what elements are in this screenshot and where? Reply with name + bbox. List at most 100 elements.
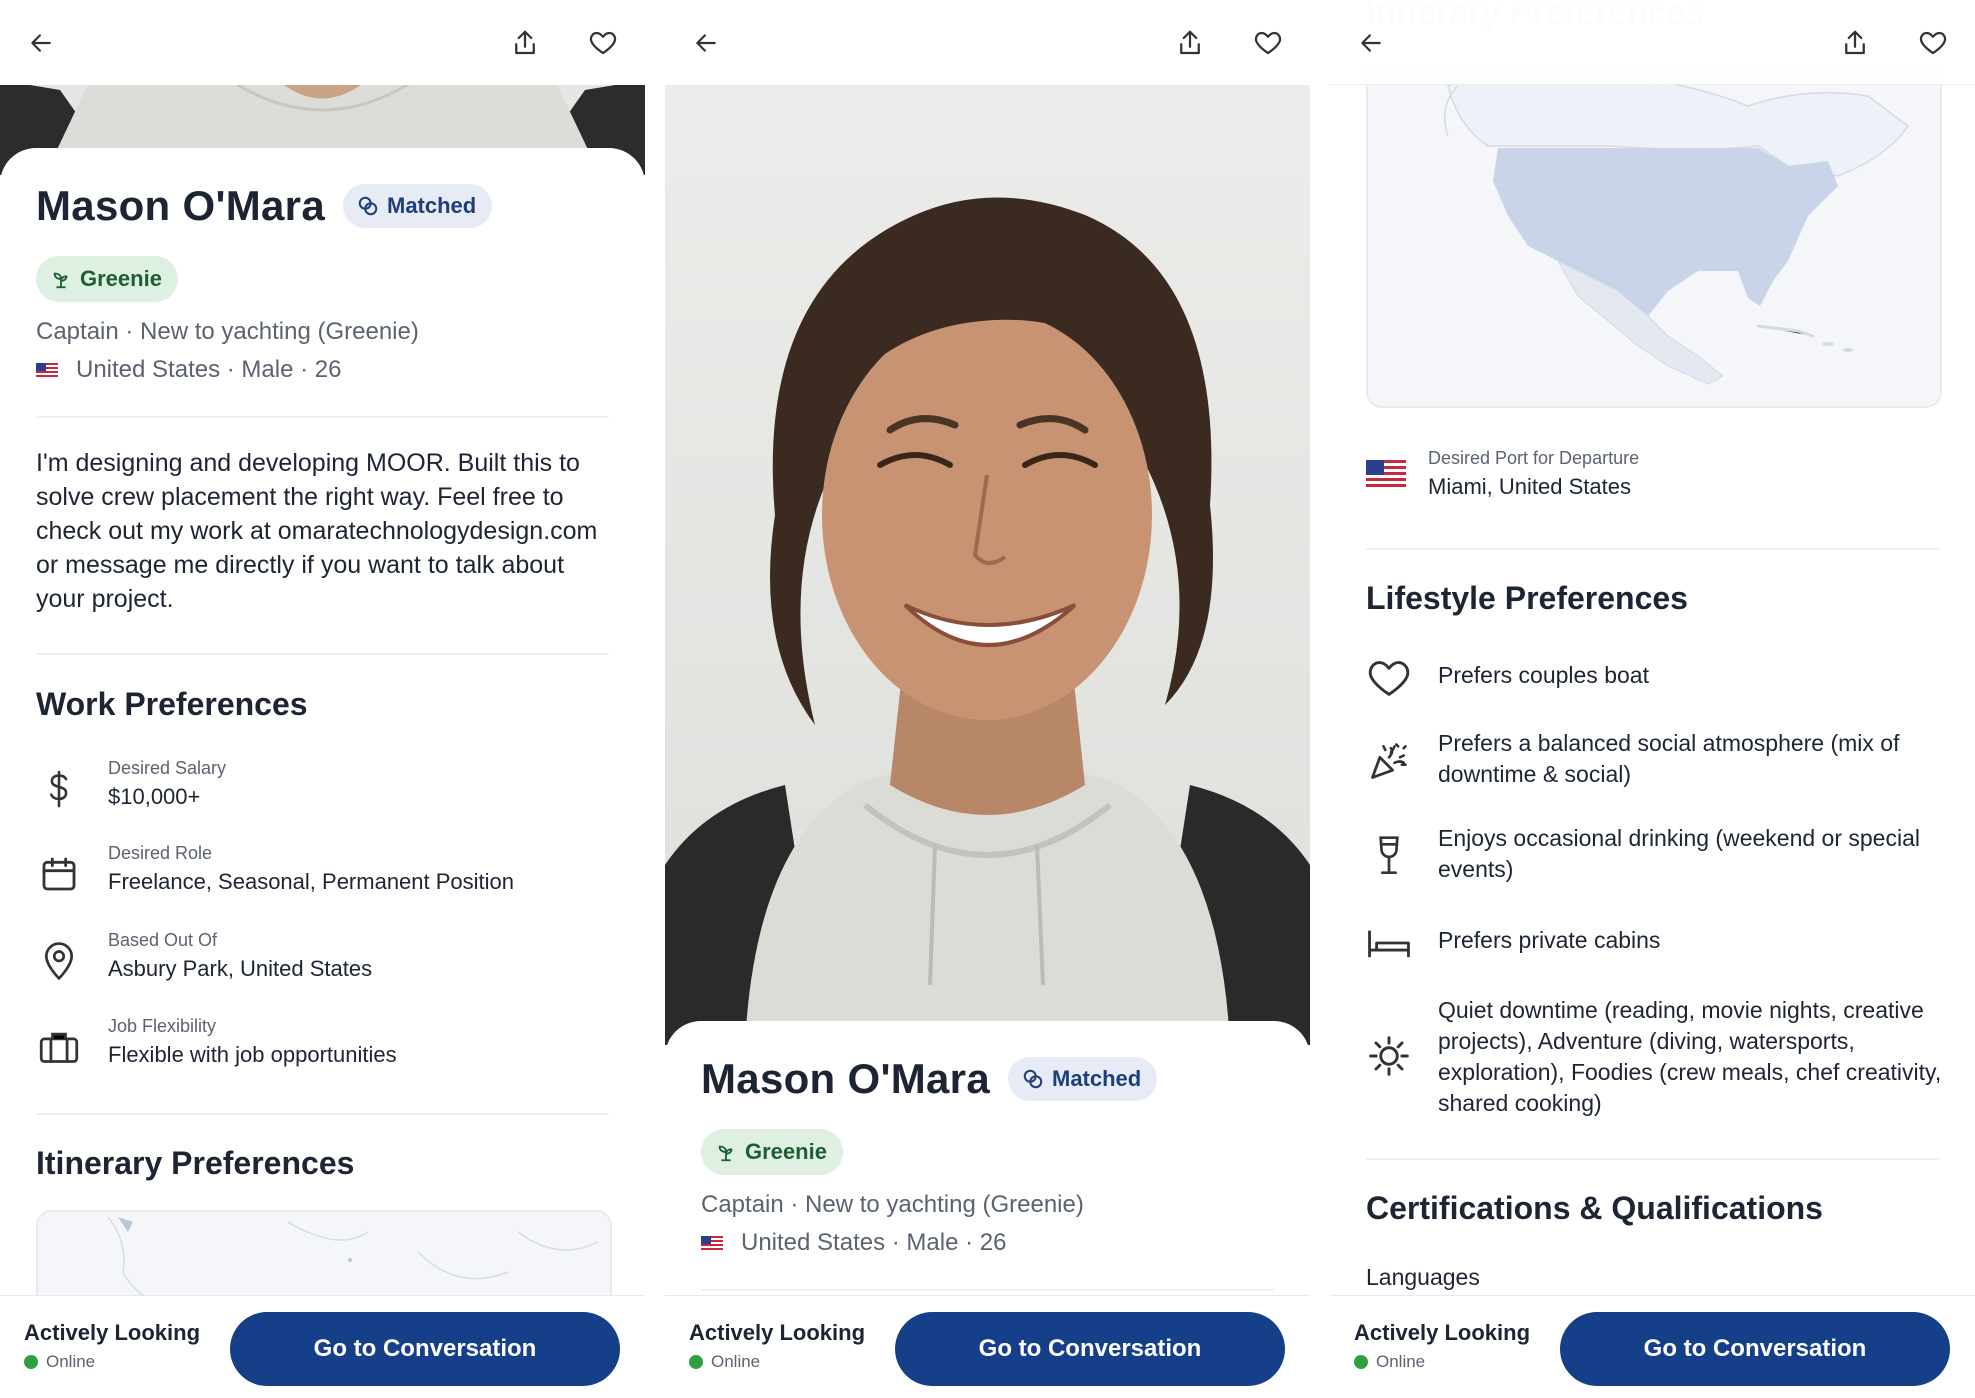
lifestyle-item-drinking: Enjoys occasional drinking (weekend or s… <box>1366 823 1946 887</box>
matched-badge: Matched <box>1008 1057 1158 1101</box>
profile-card: Mason O'Mara Matched Greenie Captain · N… <box>665 1021 1310 1321</box>
bed-icon <box>1366 920 1412 966</box>
online-dot <box>689 1355 703 1369</box>
bottom-action-bar: Actively Looking Online Go to Conversati… <box>1330 1295 1975 1398</box>
online-indicator: Online <box>1354 1352 1425 1372</box>
bio-text: I'm designing and developing MOOR. Built… <box>36 449 598 613</box>
go-to-conversation-button[interactable]: Go to Conversation <box>1560 1312 1950 1386</box>
pref-value: Asbury Park, United States <box>108 956 373 981</box>
pref-based-out-of: Based Out Of Asbury Park, United States <box>36 930 616 994</box>
pref-desired-role: Desired Role Freelance, Seasonal, Perman… <box>36 843 616 907</box>
lifestyle-item-couples-boat: Prefers couples boat <box>1366 660 1946 700</box>
pref-job-flexibility: Job Flexibility Flexible with job opport… <box>36 1016 616 1080</box>
pref-label: Based Out Of <box>108 930 218 950</box>
languages-label: Languages <box>1366 1264 1480 1290</box>
greenie-badge-label: Greenie <box>80 266 162 291</box>
profile-photo[interactable] <box>665 85 1310 1045</box>
profile-screen-scrolled: Mason O'Mara Matched Greenie Captain · N… <box>0 0 645 1398</box>
online-dot <box>1354 1355 1368 1369</box>
matched-badge-label: Matched <box>387 193 477 218</box>
link-icon <box>358 196 378 216</box>
location-line: United States · Male · 26 <box>36 356 341 384</box>
pref-value: $10,000+ <box>108 784 201 809</box>
profile-screen-lifestyle: Itinerary Preferences <box>1330 0 1975 1398</box>
lifestyle-text: Prefers couples boat <box>1438 662 1649 688</box>
location-pin-icon <box>36 938 82 984</box>
pref-label: Desired Salary <box>108 758 227 778</box>
divider <box>36 416 609 418</box>
share-icon[interactable] <box>1834 22 1876 64</box>
divider <box>701 1289 1274 1291</box>
us-flag-icon <box>36 363 58 377</box>
certifications-title: Certifications & Qualifications <box>1366 1190 1823 1226</box>
pref-value: Flexible with job opportunities <box>108 1042 397 1067</box>
lifestyle-text: Quiet downtime (reading, movie nights, c… <box>1438 997 1942 1116</box>
wine-glass-icon <box>1366 833 1412 879</box>
lifestyle-text: Prefers private cabins <box>1438 927 1661 953</box>
online-indicator: Online <box>689 1352 760 1372</box>
online-label: Online <box>46 1352 96 1371</box>
profile-name: Mason O'Mara <box>36 182 325 229</box>
matched-badge: Matched <box>343 184 493 228</box>
online-indicator: Online <box>24 1352 95 1372</box>
profile-name: Mason O'Mara <box>701 1055 990 1102</box>
greenie-badge: Greenie <box>701 1129 843 1175</box>
pref-label: Job Flexibility <box>108 1016 217 1036</box>
link-icon <box>1023 1069 1043 1089</box>
top-bar <box>1330 0 1975 85</box>
matched-badge-label: Matched <box>1052 1066 1142 1091</box>
status-text: Actively Looking <box>689 1320 866 1345</box>
online-label: Online <box>1376 1352 1426 1371</box>
divider <box>36 653 609 655</box>
itinerary-map[interactable] <box>1366 66 1942 408</box>
role-line: Captain · New to yachting (Greenie) <box>701 1191 1084 1218</box>
port-label: Desired Port for Departure <box>1428 448 1640 468</box>
bottom-action-bar: Actively Looking Online Go to Conversati… <box>0 1295 645 1398</box>
pref-desired-salary: Desired Salary $10,000+ <box>36 758 616 822</box>
favorite-heart-icon[interactable] <box>1247 22 1289 64</box>
location-text: United States · Male · 26 <box>76 356 342 383</box>
pref-label: Desired Role <box>108 843 213 863</box>
dollar-icon <box>36 766 82 812</box>
divider <box>1366 1158 1939 1160</box>
party-popper-icon <box>1366 738 1412 784</box>
lifestyle-text: Enjoys occasional drinking (weekend or s… <box>1438 825 1920 882</box>
work-preferences-title: Work Preferences <box>36 686 308 722</box>
top-bar <box>665 0 1310 85</box>
sprout-icon <box>718 1145 733 1162</box>
favorite-heart-icon[interactable] <box>1912 22 1954 64</box>
desired-port: Desired Port for Departure Miami, United… <box>1366 448 1926 508</box>
sun-icon <box>1366 1033 1412 1079</box>
status-text: Actively Looking <box>1354 1320 1531 1345</box>
top-bar <box>0 0 645 85</box>
sprout-icon <box>53 272 68 289</box>
back-arrow-icon[interactable] <box>685 22 727 64</box>
role-line: Captain · New to yachting (Greenie) <box>36 318 419 345</box>
share-icon[interactable] <box>1169 22 1211 64</box>
share-icon[interactable] <box>504 22 546 64</box>
itinerary-preferences-title: Itinerary Preferences <box>36 1145 355 1181</box>
status-text: Actively Looking <box>24 1320 201 1345</box>
lifestyle-item-social: Prefers a balanced social atmosphere (mi… <box>1366 728 1946 792</box>
back-arrow-icon[interactable] <box>20 22 62 64</box>
online-label: Online <box>711 1352 761 1371</box>
divider <box>1366 548 1939 550</box>
location-line: United States · Male · 26 <box>701 1229 1006 1257</box>
greenie-badge: Greenie <box>36 256 178 302</box>
go-to-conversation-button[interactable]: Go to Conversation <box>230 1312 620 1386</box>
location-text: United States · Male · 26 <box>741 1229 1007 1256</box>
back-arrow-icon[interactable] <box>1350 22 1392 64</box>
go-to-conversation-button[interactable]: Go to Conversation <box>895 1312 1285 1386</box>
divider <box>36 1113 609 1115</box>
us-flag-icon <box>1366 460 1406 487</box>
briefcase-icon <box>36 1024 82 1070</box>
online-dot <box>24 1355 38 1369</box>
favorite-heart-icon[interactable] <box>582 22 624 64</box>
profile-card: Mason O'Mara Matched Greenie Captain · N… <box>0 148 645 1298</box>
calendar-icon <box>36 851 82 897</box>
bottom-action-bar: Actively Looking Online Go to Conversati… <box>665 1295 1310 1398</box>
lifestyle-item-downtime: Quiet downtime (reading, movie nights, c… <box>1366 995 1946 1121</box>
profile-screen-top: Mason O'Mara Matched Greenie Captain · N… <box>665 0 1310 1398</box>
port-value: Miami, United States <box>1428 474 1631 499</box>
lifestyle-text: Prefers a balanced social atmosphere (mi… <box>1438 730 1900 787</box>
